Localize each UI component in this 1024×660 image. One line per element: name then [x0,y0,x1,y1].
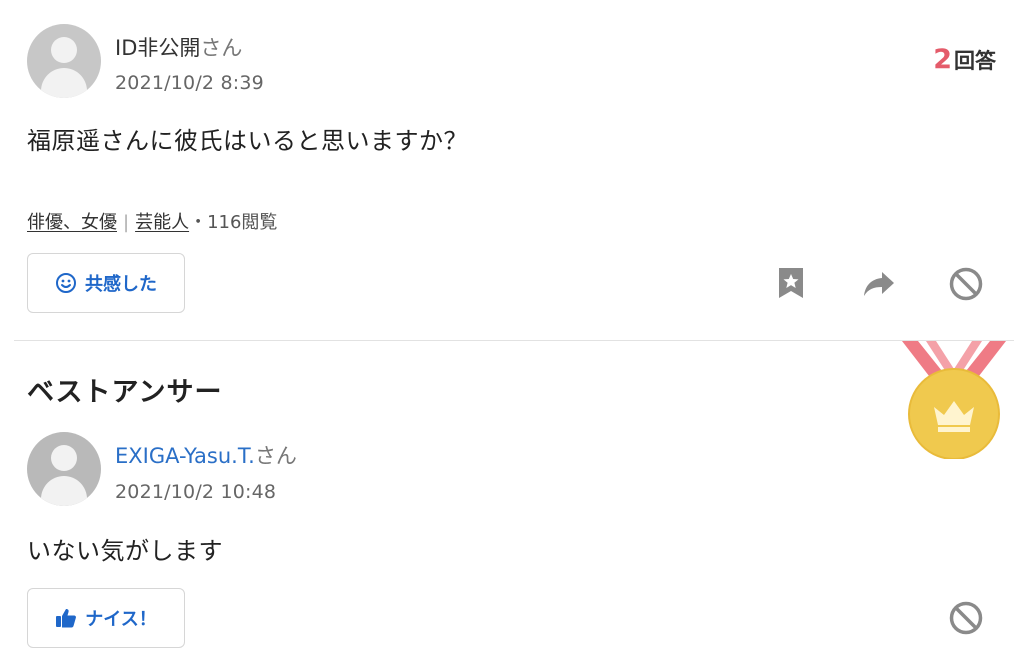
answer-author[interactable]: EXIGA-Yasu.T.さん [115,440,297,470]
empathy-button-label: 共感した [85,274,157,295]
question-author-suffix: さん [200,36,243,60]
question-author-name: ID非公開 [115,36,201,60]
best-answer-title: ベストアンサー [27,377,223,408]
section-divider [14,340,1014,341]
category-link-celebrities[interactable]: 芸能人 [135,212,189,233]
block-icon[interactable] [948,600,984,636]
thumbs-up-icon [56,609,77,628]
category-list: 俳優、女優 | 芸能人・116閲覧 [27,208,277,234]
user-avatar-icon [27,24,101,98]
block-icon[interactable] [948,266,984,302]
category-link-actors[interactable]: 俳優、女優 [27,212,117,233]
nice-button[interactable]: ナイス！ [27,588,185,648]
answer-author-name: EXIGA-Yasu.T. [115,444,255,468]
answer-author-suffix: さん [254,444,297,468]
nice-button-label: ナイス！ [85,609,157,630]
bookmark-star-icon[interactable] [776,266,806,300]
answer-date: 2021/10/2 10:48 [115,481,277,503]
empathy-button[interactable]: 共感した [27,253,185,313]
share-arrow-icon[interactable] [862,270,896,298]
smile-icon [56,273,76,293]
category-separator: | [123,212,130,233]
answer-count[interactable]: 2回答 [933,44,996,75]
question-text: 福原遥さんに彼氏はいると思いますか？ [27,127,468,155]
question-author[interactable]: ID非公開さん [115,32,242,62]
view-count: ・116閲覧 [189,212,278,233]
question-date: 2021/10/2 8:39 [115,72,264,94]
medal-crown-icon [902,341,1006,459]
answer-count-number: 2 [933,44,952,75]
user-avatar-icon [27,432,101,506]
answer-text: いない気がします [27,537,223,565]
answer-count-label: 回答 [954,49,996,73]
